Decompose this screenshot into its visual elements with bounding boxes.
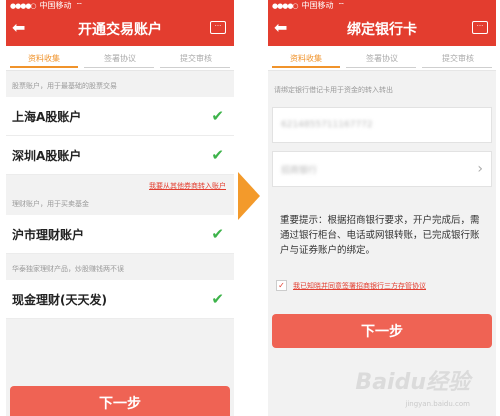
account-row-shenzhen[interactable]: 深圳A股账户 ✔ [6,136,234,175]
tab-divider [160,67,230,68]
status-bar: ●●●●○ 中国移动 ⌔ [268,0,496,12]
account-row-fund[interactable]: 沪市理财账户 ✔ [6,215,234,254]
agreement-link[interactable]: 我已知晓并同意签署招商银行三方存管协议 [293,281,426,291]
account-row-cash[interactable]: 现金理财(天天发) ✔ [6,280,234,319]
status-bar: ●●●●○ 中国移动 ⌔ [6,0,234,12]
transfer-account-link[interactable]: 我要从其他券商转入账户 [149,181,226,191]
account-label: 沪市理财账户 [12,227,85,242]
step-tabs: 资料收集 签署协议 提交审核 [268,46,496,71]
left-phone-screen: ●●●●○ 中国移动 ⌔ ⬅ 开通交易账户 ··· 资料收集 签署协议 提交审核… [6,0,234,416]
active-tab-indicator [10,66,78,68]
account-label: 上海A股账户 [12,109,82,124]
bank-name-value: 招商银行 [281,165,318,176]
stock-account-hint: 股票账户，用于最基础的股票交易 [12,82,117,90]
page-title: 开通交易账户 [78,22,162,38]
fund-account-hint: 理财账户，用于买卖基金 [12,200,89,208]
back-arrow-icon[interactable]: ⬅ [12,19,25,37]
account-label: 深圳A股账户 [12,148,82,163]
page-title: 绑定银行卡 [347,22,417,38]
important-notice: 重要提示：根据招商银行要求，开户完成后，需通过银行柜台、电话或网银转账，已完成银… [280,215,480,256]
carrier-label: 中国移动 [301,1,334,10]
step-tabs: 资料收集 签署协议 提交审核 [6,46,234,71]
transition-arrow-icon [238,172,260,220]
active-tab-indicator [272,66,340,68]
bank-select-field[interactable]: 招商银行 › [272,151,492,187]
back-arrow-icon[interactable]: ⬅ [274,19,287,37]
chat-icon[interactable]: ··· [472,21,488,34]
carrier-label: 中国移动 [39,1,72,10]
chat-icon[interactable]: ··· [210,21,226,34]
signal-icon: ●●●●○ [10,2,37,10]
tab-divider [422,67,492,68]
bank-card-hint: 请绑定银行借记卡用于资金的转入转出 [274,86,393,94]
agreement-row[interactable]: ✓ 我已知晓并同意签署招商银行三方存管协议 [268,258,496,291]
checkmark-icon: ✔ [211,107,224,125]
baidu-watermark: Baidu经验 [355,370,470,395]
chevron-right-icon: › [477,161,483,177]
tab-divider [84,67,154,68]
wifi-icon: ⌔ [75,1,84,10]
account-label: 现金理财(天天发) [12,292,107,307]
nav-bar: ⬅ 绑定银行卡 ··· [268,12,496,46]
tab-divider [346,67,416,68]
account-row-shanghai[interactable]: 上海A股账户 ✔ [6,97,234,136]
next-button[interactable]: 下一步 [272,314,492,348]
signal-icon: ●●●●○ [272,2,299,10]
watermark-url: jingyan.baidu.com [405,400,470,408]
card-number-value: 6214855711167772 [281,120,373,130]
nav-bar: ⬅ 开通交易账户 ··· [6,12,234,46]
card-number-field[interactable]: 6214855711167772 [272,107,492,143]
next-button[interactable]: 下一步 [10,386,230,416]
checkmark-icon: ✔ [211,146,224,164]
product-hint: 华泰独家理财产品，炒股赚钱两不误 [12,265,124,273]
checkmark-icon: ✔ [211,225,224,243]
agreement-checkbox[interactable]: ✓ [276,280,287,291]
right-phone-screen: ●●●●○ 中国移动 ⌔ ⬅ 绑定银行卡 ··· 资料收集 签署协议 提交审核 … [268,0,496,416]
checkmark-icon: ✔ [211,290,224,308]
wifi-icon: ⌔ [337,1,346,10]
